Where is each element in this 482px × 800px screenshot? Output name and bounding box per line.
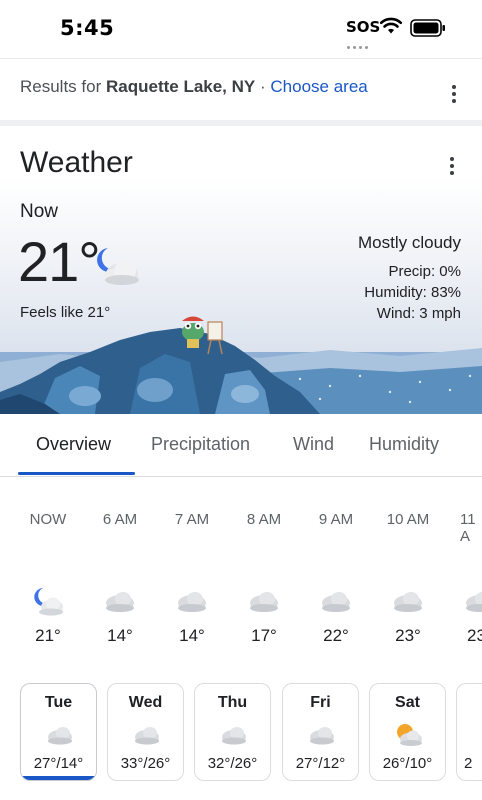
partly-cloudy-night-icon xyxy=(34,588,63,616)
results-text: Results for Raquette Lake, NY · Choose a… xyxy=(20,77,368,97)
hour-label: 9 AM xyxy=(318,511,354,528)
hour-label: 11 A xyxy=(460,511,476,545)
day-card-fri[interactable]: Fri 27°/12° xyxy=(282,683,359,781)
humidity-text: Humidity: 83% xyxy=(364,284,461,301)
hour-temp: 17° xyxy=(251,626,277,645)
results-bar: Results for Raquette Lake, NY · Choose a… xyxy=(0,58,482,121)
day-temps: 26°/10° xyxy=(382,755,433,772)
day-name: Sat xyxy=(395,694,420,711)
cloud-icon xyxy=(178,592,206,612)
cloud-icon xyxy=(106,592,134,612)
tab-wind[interactable]: Wind xyxy=(293,434,334,455)
day-name: Thu xyxy=(217,694,248,711)
cloud-icon xyxy=(394,592,422,612)
day-name: Wed xyxy=(128,694,163,711)
results-separator: · xyxy=(259,77,266,96)
status-time: 5:45 xyxy=(60,16,115,40)
cloud-icon xyxy=(310,727,334,745)
weather-tabs: Overview Precipitation Wind Humidity xyxy=(0,414,482,477)
day-card-tue[interactable]: Tue 27°/14° xyxy=(20,683,97,781)
sos-indicator: SOS xyxy=(346,18,381,36)
choose-area-link[interactable]: Choose area xyxy=(270,77,367,96)
weather-more-icon[interactable] xyxy=(449,157,455,177)
day-temps: 27°/12° xyxy=(295,755,346,772)
battery-icon xyxy=(410,19,445,37)
results-more-icon[interactable] xyxy=(451,85,457,105)
day-card-partial[interactable]: 2 xyxy=(456,683,482,781)
day-card-sat[interactable]: Sat 26°/10° xyxy=(369,683,446,781)
wifi-icon xyxy=(380,17,402,34)
day-temps: 32°/26° xyxy=(207,755,258,772)
day-name: Fri xyxy=(310,694,331,711)
now-label: Now xyxy=(20,201,59,222)
hour-temp: 23° xyxy=(395,626,421,645)
cloud-icon xyxy=(135,727,159,745)
hour-label: 6 AM xyxy=(102,511,138,528)
hour-temp: 23 xyxy=(467,626,482,645)
day-card-wed[interactable]: Wed 33°/26° xyxy=(107,683,184,781)
cloud-icon xyxy=(322,592,350,612)
status-bar: 5:45 SOS xyxy=(0,0,482,58)
cloud-icon xyxy=(466,592,482,612)
day-temps: 27°/14° xyxy=(33,755,84,772)
day-temps: 33°/26° xyxy=(120,755,171,772)
day-card-thu[interactable]: Thu 32°/26° xyxy=(194,683,271,781)
active-day-indicator xyxy=(21,776,96,780)
partly-sunny-icon xyxy=(397,724,422,746)
tab-humidity[interactable]: Humidity xyxy=(369,434,439,455)
cloud-icon xyxy=(48,727,72,745)
cloud-icon xyxy=(222,727,246,745)
precip-text: Precip: 0% xyxy=(388,263,461,280)
results-location: Raquette Lake, NY xyxy=(105,77,256,96)
current-temperature: 21° xyxy=(18,230,101,293)
signal-dots-icon xyxy=(347,36,373,49)
hour-label: 10 AM xyxy=(386,511,430,528)
hour-temp: 14° xyxy=(179,626,205,645)
day-temps: 2 xyxy=(464,755,473,772)
hour-temp: 14° xyxy=(107,626,133,645)
hour-temp: 21° xyxy=(35,626,61,645)
hour-label: 8 AM xyxy=(246,511,282,528)
weather-card: Weather Now 21° Feels like 21° Mostly cl… xyxy=(0,126,482,414)
cloud-icon xyxy=(250,592,278,612)
weather-illustration xyxy=(0,316,482,414)
active-tab-indicator xyxy=(18,472,135,475)
tab-precipitation[interactable]: Precipitation xyxy=(151,434,250,455)
hour-temp: 22° xyxy=(323,626,349,645)
condition-text: Mostly cloudy xyxy=(358,233,461,252)
tab-overview[interactable]: Overview xyxy=(36,434,111,455)
weather-title: Weather xyxy=(20,146,133,179)
hour-label: NOW xyxy=(29,511,67,528)
results-prefix: Results for xyxy=(20,77,102,96)
hour-label: 7 AM xyxy=(174,511,210,528)
partly-cloudy-night-icon xyxy=(97,248,139,285)
day-name: Tue xyxy=(44,694,73,711)
